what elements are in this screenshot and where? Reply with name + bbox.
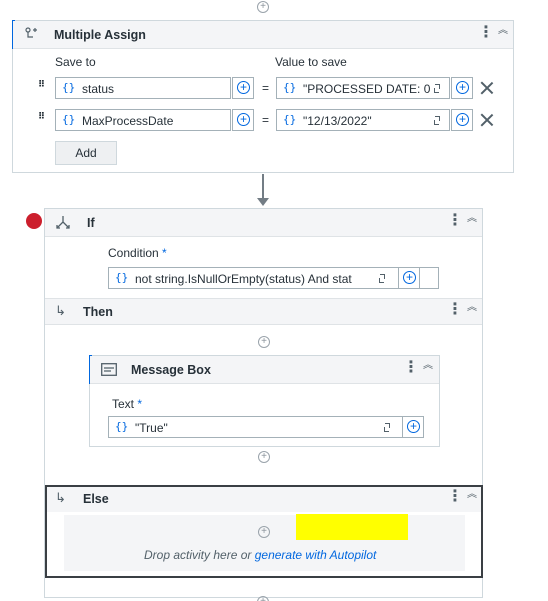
save-to-value: MaxProcessDate <box>82 114 174 128</box>
multiple-assign-icon <box>25 27 37 38</box>
add-value-button[interactable]: + <box>451 109 473 131</box>
expand-editor-icon[interactable] <box>434 83 444 93</box>
plus-icon: + <box>407 420 420 433</box>
required-mark: * <box>162 246 167 260</box>
expand-editor-icon[interactable] <box>379 273 389 283</box>
value-to-save-label: Value to save <box>275 55 347 69</box>
else-header[interactable]: ↳ Else ⋮ ︽ <box>47 487 481 512</box>
more-options-icon[interactable]: ⋮ <box>447 302 463 319</box>
delete-row-icon[interactable] <box>480 113 494 127</box>
expand-editor-icon[interactable] <box>434 115 444 125</box>
more-options-icon[interactable]: ⋮ <box>478 25 494 42</box>
message-box-card: Message Box ⋮ ︽ Text * {} "True" + <box>89 355 440 447</box>
more-options-icon[interactable]: ⋮ <box>447 213 463 230</box>
required-mark: * <box>137 397 143 411</box>
collapse-icon[interactable]: ︽ <box>422 361 434 376</box>
else-title: Else <box>83 492 109 506</box>
if-title: If <box>87 216 95 230</box>
highlight-mark <box>296 514 408 540</box>
else-container[interactable]: ↳ Else ⋮ ︽ + Drop activity here or gener… <box>45 485 483 578</box>
insert-activity-icon[interactable]: + <box>258 451 270 463</box>
insert-activity-top-icon[interactable]: + <box>257 1 269 13</box>
branch-arrow-icon: ↳ <box>55 303 66 318</box>
expression-icon: {} <box>62 113 76 126</box>
autopilot-link[interactable]: generate with Autopilot <box>255 548 377 562</box>
plus-icon: + <box>403 271 416 284</box>
add-value-button[interactable]: + <box>451 77 473 99</box>
if-card: If ⋮ ︽ Condition * {} not string.IsNullO… <box>44 208 483 598</box>
collapse-icon[interactable]: ︽ <box>466 303 478 318</box>
breakpoint-icon[interactable] <box>26 213 42 229</box>
save-to-field[interactable]: {} status <box>55 77 231 99</box>
expression-icon: {} <box>115 420 129 433</box>
message-box-icon <box>101 363 117 376</box>
multiple-assign-card: Multiple Assign ⋮ ︽ Save to Value to sav… <box>12 20 514 173</box>
add-variable-button[interactable]: + <box>232 77 254 99</box>
collapse-icon[interactable]: ︽ <box>466 214 478 229</box>
value-field[interactable]: {} "12/13/2022" <box>276 109 450 131</box>
value-field[interactable]: {} "PROCESSED DATE: 0! <box>276 77 450 99</box>
connector-arrow-icon <box>257 198 269 206</box>
drop-zone[interactable]: + Drop activity here or generate with Au… <box>64 514 465 571</box>
add-condition-button[interactable]: + <box>398 267 420 289</box>
text-label-text: Text <box>112 397 135 411</box>
insert-activity-icon[interactable]: + <box>258 526 270 538</box>
plus-icon: + <box>237 81 250 94</box>
text-label: Text * <box>112 397 142 411</box>
expression-icon: {} <box>62 81 76 94</box>
equals-sign: = <box>262 113 270 127</box>
insert-activity-bottom-icon[interactable]: + <box>257 596 269 601</box>
plus-icon: + <box>456 113 469 126</box>
add-text-button[interactable]: + <box>402 416 424 438</box>
plus-icon: + <box>456 81 469 94</box>
branch-arrow-icon: ↳ <box>55 490 66 505</box>
message-box-title: Message Box <box>131 363 211 377</box>
save-to-field[interactable]: {} MaxProcessDate <box>55 109 231 131</box>
condition-label-text: Condition <box>108 246 159 260</box>
add-variable-button[interactable]: + <box>232 109 254 131</box>
message-text-field[interactable]: {} "True" <box>108 416 403 438</box>
drag-handle-icon[interactable]: ⠿ <box>38 80 46 94</box>
multiple-assign-header[interactable]: Multiple Assign ⋮ ︽ <box>13 21 513 49</box>
expression-icon: {} <box>283 81 297 94</box>
save-to-value: status <box>82 82 115 96</box>
condition-field[interactable]: {} not string.IsNullOrEmpty(status) And … <box>108 267 439 289</box>
condition-value: not string.IsNullOrEmpty(status) And sta… <box>135 272 352 286</box>
delete-row-icon[interactable] <box>480 81 494 95</box>
expression-icon: {} <box>115 271 129 284</box>
expand-editor-icon[interactable] <box>384 422 394 432</box>
collapse-icon[interactable]: ︽ <box>497 26 509 41</box>
save-to-label: Save to <box>55 55 96 69</box>
expression-icon: {} <box>283 113 297 126</box>
add-button[interactable]: Add <box>55 141 117 165</box>
value-text: "PROCESSED DATE: 0! <box>303 82 431 96</box>
insert-activity-icon[interactable]: + <box>258 336 270 348</box>
message-box-header[interactable]: Message Box ⋮ ︽ <box>90 356 439 384</box>
value-text: "12/13/2022" <box>303 114 372 128</box>
message-text-value: "True" <box>135 421 168 435</box>
condition-label: Condition * <box>108 246 167 260</box>
multiple-assign-title: Multiple Assign <box>54 28 146 42</box>
drop-hint-text: Drop activity here or <box>144 548 255 562</box>
then-title: Then <box>83 305 113 319</box>
then-header[interactable]: ↳ Then ⋮ ︽ <box>45 298 482 325</box>
collapse-icon[interactable]: ︽ <box>466 490 478 505</box>
if-header[interactable]: If ⋮ ︽ <box>45 209 482 237</box>
plus-icon: + <box>237 113 250 126</box>
if-branch-icon <box>56 216 70 229</box>
more-options-icon[interactable]: ⋮ <box>447 489 463 506</box>
equals-sign: = <box>262 81 270 95</box>
drag-handle-icon[interactable]: ⠿ <box>38 112 46 126</box>
drop-hint: Drop activity here or generate with Auto… <box>144 548 376 562</box>
more-options-icon[interactable]: ⋮ <box>403 360 419 377</box>
